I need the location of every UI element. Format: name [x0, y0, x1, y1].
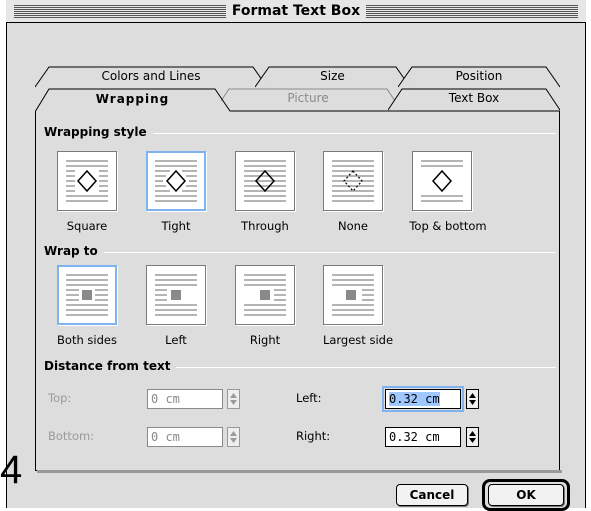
bottom-distance-field[interactable]: 0 cm	[147, 427, 223, 447]
wrap-left-option[interactable]	[146, 265, 206, 325]
section-rule	[44, 252, 556, 253]
title-bar-stripes	[14, 5, 578, 18]
tab-label: Size	[320, 69, 345, 83]
stepper-arrows-icon	[230, 431, 237, 443]
stray-digit: 4	[0, 448, 23, 492]
stepper-arrows-icon	[469, 431, 476, 443]
top-distance-field[interactable]: 0 cm	[147, 389, 223, 409]
tight-wrap-icon	[155, 160, 197, 202]
right-distance-field[interactable]: 0.32 cm	[385, 427, 461, 447]
wrap-largest-side-option[interactable]	[323, 265, 383, 325]
tab-colors-and-lines[interactable]: Colors and Lines	[35, 66, 267, 88]
left-distance-stepper[interactable]	[466, 389, 479, 409]
section-heading-wrap-to: Wrap to	[44, 244, 104, 258]
tab-label: Colors and Lines	[101, 69, 201, 83]
stepper-arrows-icon	[469, 393, 476, 405]
bottom-distance-label: Bottom:	[48, 429, 95, 443]
top-distance-stepper[interactable]	[227, 389, 240, 409]
wrap-both-sides-option[interactable]	[57, 265, 117, 325]
top-bottom-wrap-icon	[421, 160, 463, 202]
wrap-through-label: Through	[241, 219, 289, 233]
left-wrap-icon	[155, 274, 197, 316]
right-distance-label: Right:	[296, 429, 331, 443]
wrap-none-option[interactable]	[323, 151, 383, 211]
stepper-arrows-icon	[230, 393, 237, 405]
bottom-distance-stepper[interactable]	[227, 427, 240, 447]
tab-label: Wrapping	[95, 92, 170, 106]
tab-wrapping[interactable]: Wrapping	[35, 89, 230, 111]
tab-position[interactable]: Position	[398, 66, 560, 88]
right-distance-stepper[interactable]	[466, 427, 479, 447]
tab-size[interactable]: Size	[255, 66, 410, 88]
wrap-left-label: Left	[165, 333, 187, 347]
wrap-tight-option[interactable]	[146, 151, 206, 211]
top-distance-label: Top:	[48, 391, 72, 405]
no-wrap-icon	[332, 160, 374, 202]
wrap-square-label: Square	[66, 219, 108, 233]
largest-side-icon	[332, 274, 374, 316]
left-distance-label: Left:	[296, 391, 322, 405]
square-wrap-icon	[66, 160, 108, 202]
wrap-both-sides-label: Both sides	[57, 333, 117, 347]
wrap-right-option[interactable]	[235, 265, 295, 325]
wrap-right-label: Right	[249, 333, 281, 347]
wrap-top-bottom-label: Top & bottom	[409, 219, 487, 233]
wrap-through-option[interactable]	[235, 151, 295, 211]
cancel-button[interactable]: Cancel	[396, 484, 468, 506]
title-bar[interactable]: Format Text Box	[6, 0, 586, 23]
wrap-top-bottom-option[interactable]	[412, 151, 472, 211]
section-heading-wrapping-style: Wrapping style	[44, 125, 153, 139]
panel-shadow	[37, 470, 562, 473]
wrap-largest-side-label: Largest side	[322, 333, 394, 347]
ok-button[interactable]: OK	[488, 484, 564, 506]
tab-label: Position	[455, 69, 503, 83]
left-distance-field[interactable]: 0.32 cm	[382, 386, 464, 412]
right-wrap-icon	[244, 274, 286, 316]
left-distance-value: 0.32 cm	[389, 392, 440, 406]
through-wrap-icon	[244, 160, 286, 202]
wrap-square-option[interactable]	[57, 151, 117, 211]
wrap-none-label: None	[337, 219, 368, 233]
both-sides-icon	[66, 274, 108, 316]
section-heading-distance: Distance from text	[44, 359, 177, 373]
wrap-tight-label: Tight	[161, 219, 191, 233]
